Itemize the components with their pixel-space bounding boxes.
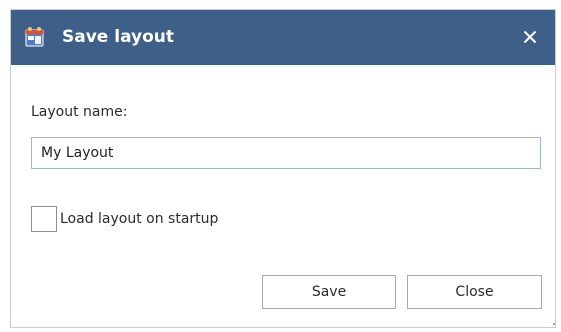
save-layout-dialog: Save layout Layout name: Load layout on … xyxy=(10,9,556,328)
save-button[interactable]: Save xyxy=(262,275,396,309)
dialog-titlebar[interactable]: Save layout xyxy=(11,10,555,65)
load-on-startup-checkbox-row[interactable]: Load layout on startup xyxy=(31,205,218,233)
resize-grip-dot xyxy=(553,323,555,325)
close-button[interactable]: Close xyxy=(407,275,542,309)
close-icon[interactable] xyxy=(515,22,545,52)
layout-name-input[interactable] xyxy=(31,137,541,169)
load-on-startup-label: Load layout on startup xyxy=(60,211,219,227)
layout-name-label: Layout name: xyxy=(31,104,128,120)
dialog-title: Save layout xyxy=(62,27,175,47)
layout-app-icon xyxy=(24,26,46,48)
load-on-startup-checkbox[interactable] xyxy=(31,206,57,232)
